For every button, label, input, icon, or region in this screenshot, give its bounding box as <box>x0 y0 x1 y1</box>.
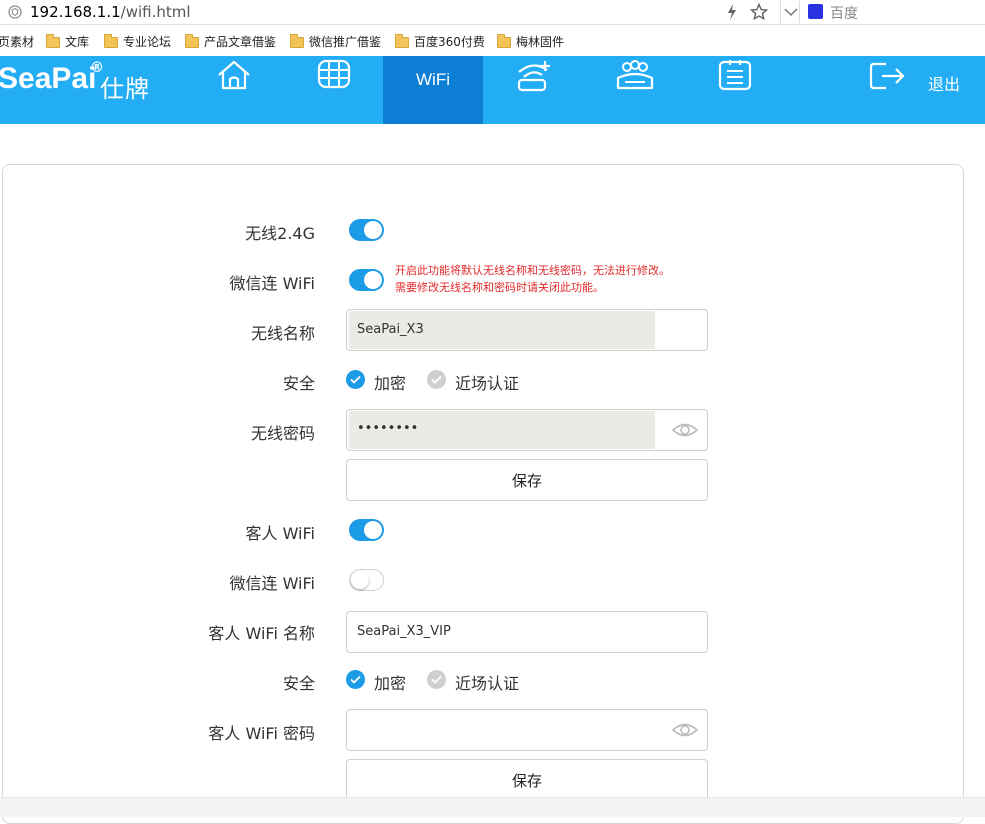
list-icon <box>715 58 755 94</box>
guest-wechat-wifi-label: 微信连 WiFi <box>230 570 316 594</box>
security-label: 安全 <box>283 370 315 394</box>
wechat-wifi-label: 微信连 WiFi <box>230 270 316 294</box>
nav-wifi-label: WiFi <box>383 70 483 90</box>
url-path: /wifi.html <box>121 3 191 21</box>
logout-icon[interactable] <box>868 58 908 94</box>
brand-name-cn: 仕牌 <box>100 69 150 104</box>
bookmark-item[interactable]: 梅林固件 <box>497 33 564 49</box>
folder-icon <box>104 37 118 48</box>
brand-name: SeaPai <box>0 62 96 95</box>
security-nfc-radio[interactable] <box>427 370 446 389</box>
bookmark-item[interactable]: 专业论坛 <box>104 33 171 49</box>
password-label: 无线密码 <box>251 420 315 444</box>
home-icon <box>215 58 253 92</box>
nav-grid[interactable] <box>283 56 383 124</box>
wechat-wifi-toggle[interactable] <box>349 269 384 291</box>
guest-ssid-label: 客人 WiFi 名称 <box>208 620 315 644</box>
nav-settings-list[interactable] <box>683 56 783 124</box>
browser-bottom-strip <box>0 797 985 817</box>
save-button[interactable]: 保存 <box>346 459 708 501</box>
security-encrypt-radio[interactable] <box>346 370 365 389</box>
nav-devices[interactable] <box>583 56 683 124</box>
guest-password-input[interactable] <box>346 709 708 751</box>
password-value: •••••••• <box>357 421 418 436</box>
nav-home[interactable] <box>183 56 283 124</box>
bookmark-item[interactable]: 微信推广借鉴 <box>290 33 381 49</box>
guest-wechat-wifi-toggle[interactable] <box>349 569 384 591</box>
site-info-icon[interactable] <box>8 5 22 19</box>
notice-line-1: 开启此功能将默认无线名称和无线密码，无法进行修改。 <box>395 262 725 279</box>
guest-wifi-toggle[interactable] <box>349 519 384 541</box>
folder-icon <box>290 37 304 48</box>
bookmark-label: 页素材 <box>0 35 34 49</box>
guest-security-nfc-radio[interactable] <box>427 670 446 689</box>
bookmark-label: 百度360付费 <box>414 35 485 49</box>
address-url[interactable]: 192.168.1.1/wifi.html <box>30 3 191 21</box>
bookmarks-bar: 页素材 文库 专业论坛 产品文章借鉴 微信推广借鉴 百度360付费 梅林固件 <box>0 26 985 55</box>
logout-button[interactable]: 退出 <box>928 71 960 95</box>
guest-security-nfc-label[interactable]: 近场认证 <box>455 670 519 694</box>
guest-security-label: 安全 <box>283 670 315 694</box>
wifi-plus-icon <box>515 58 555 94</box>
guest-wifi-label: 客人 WiFi <box>246 520 316 544</box>
ssid-input[interactable]: SeaPai_X3 <box>346 309 708 351</box>
url-host: 192.168.1.1 <box>30 3 121 21</box>
nav-wifi-tab[interactable]: WiFi <box>383 56 483 124</box>
users-icon <box>615 58 655 94</box>
folder-icon <box>395 37 409 48</box>
notice-line-2: 需要修改无线名称和密码时请关闭此功能。 <box>395 279 725 296</box>
check-icon <box>431 675 442 684</box>
baidu-logo-icon[interactable] <box>808 4 823 19</box>
ssid-label: 无线名称 <box>251 320 315 344</box>
bookmark-label: 专业论坛 <box>123 35 171 49</box>
guest-save-button[interactable]: 保存 <box>346 759 708 797</box>
password-input[interactable]: •••••••• <box>346 409 708 451</box>
search-engine-label[interactable]: 百度 <box>830 3 858 23</box>
browser-address-bar: 192.168.1.1/wifi.html 百度 <box>0 0 985 25</box>
wireless-24g-label: 无线2.4G <box>245 220 315 244</box>
nav-wifi-add[interactable] <box>483 56 583 124</box>
security-nfc-label[interactable]: 近场认证 <box>455 370 519 394</box>
eye-icon[interactable] <box>671 720 699 740</box>
bookmark-star-icon[interactable] <box>750 3 768 21</box>
check-icon <box>431 375 442 384</box>
chevron-down-icon <box>784 7 798 17</box>
bookmark-item[interactable]: 文库 <box>46 33 89 49</box>
eye-icon[interactable] <box>671 420 699 440</box>
bookmark-item[interactable]: 页素材 <box>0 33 34 49</box>
check-icon <box>350 375 361 384</box>
folder-icon <box>497 37 511 48</box>
folder-icon <box>46 37 60 48</box>
top-navigation: SeaPai ® 仕牌 WiFi <box>0 56 985 124</box>
bookmark-label: 微信推广借鉴 <box>309 35 381 49</box>
check-icon <box>350 675 361 684</box>
folder-icon <box>185 37 199 48</box>
guest-security-encrypt-radio[interactable] <box>346 670 365 689</box>
bookmark-item[interactable]: 百度360付费 <box>395 33 485 49</box>
wireless-24g-toggle[interactable] <box>349 219 384 241</box>
guest-ssid-value: SeaPai_X3_VIP <box>357 624 451 639</box>
security-encrypt-label[interactable]: 加密 <box>374 370 406 394</box>
bookmark-label: 梅林固件 <box>516 35 564 49</box>
bookmark-label: 文库 <box>65 35 89 49</box>
address-dropdown-button[interactable] <box>780 1 800 23</box>
wechat-wifi-notice: 开启此功能将默认无线名称和无线密码，无法进行修改。 需要修改无线名称和密码时请关… <box>395 262 725 296</box>
guest-password-label: 客人 WiFi 密码 <box>208 720 315 744</box>
guest-ssid-input[interactable]: SeaPai_X3_VIP <box>346 611 708 653</box>
guest-security-encrypt-label[interactable]: 加密 <box>374 670 406 694</box>
lightning-icon[interactable] <box>726 3 738 21</box>
ssid-value: SeaPai_X3 <box>357 322 424 337</box>
bookmark-label: 产品文章借鉴 <box>204 35 276 49</box>
brand-logo: SeaPai ® 仕牌 <box>0 62 96 96</box>
grid-icon <box>315 58 353 92</box>
bookmark-item[interactable]: 产品文章借鉴 <box>185 33 276 49</box>
